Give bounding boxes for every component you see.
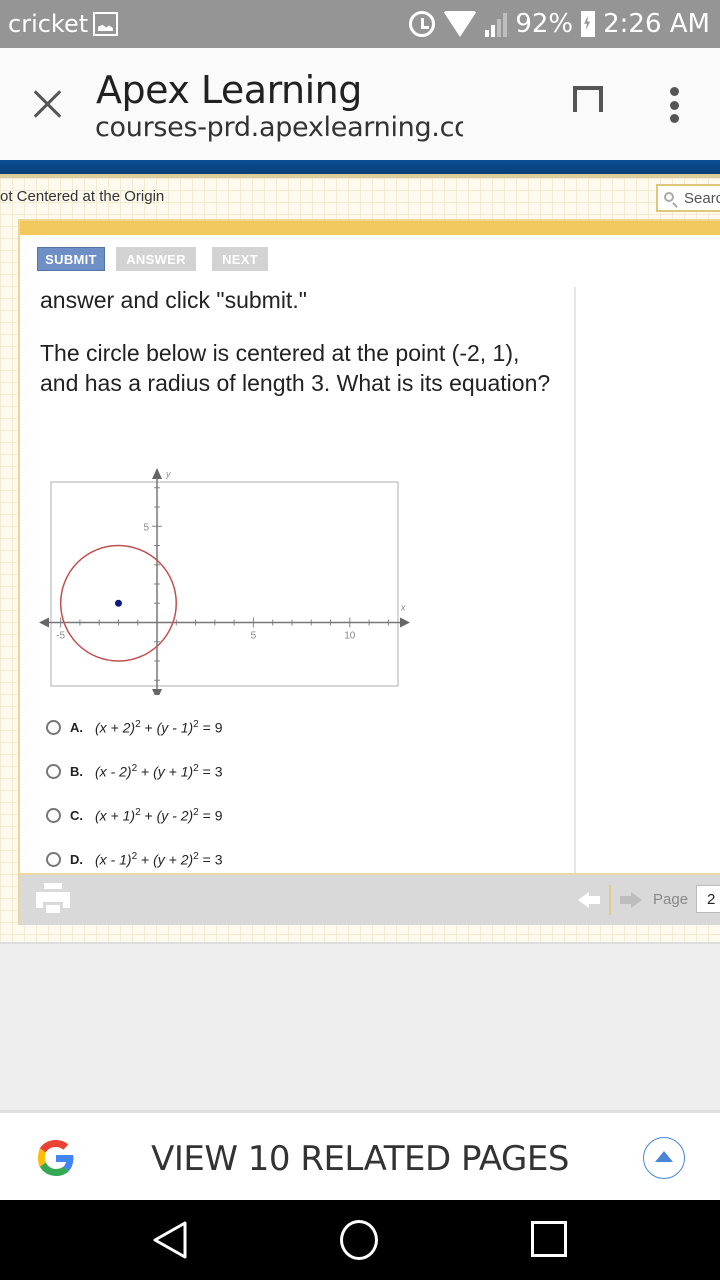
lesson-breadcrumb: ot Centered at the Origin bbox=[0, 188, 165, 205]
image-notification-icon bbox=[93, 12, 118, 36]
wifi-icon bbox=[443, 11, 478, 37]
page-url[interactable]: courses-prd.apexlearning.com bbox=[95, 112, 463, 143]
page-title: Apex Learning bbox=[96, 68, 362, 112]
submit-button[interactable]: SUBMIT bbox=[37, 247, 105, 271]
next-page-arrow-icon[interactable] bbox=[620, 892, 642, 908]
page-number-input[interactable]: 2 bbox=[696, 885, 720, 913]
x-axis-arrow-left bbox=[39, 617, 49, 628]
y-axis-arrow-up bbox=[152, 468, 163, 479]
x-axis-arrow-right bbox=[400, 617, 410, 628]
choice-b[interactable]: B. (x - 2)2 + (y + 1)2 = 3 bbox=[46, 759, 286, 783]
close-tab-icon[interactable] bbox=[30, 86, 66, 122]
choice-d[interactable]: D. (x - 1)2 + (y + 2)2 = 3 bbox=[46, 847, 286, 871]
choice-equation: (x + 1)2 + (y - 2)2 = 9 bbox=[95, 806, 223, 824]
question-text: The circle below is centered at the poin… bbox=[40, 340, 551, 396]
back-icon[interactable] bbox=[152, 1220, 188, 1260]
previous-page-arrow-icon[interactable] bbox=[578, 892, 600, 908]
search-placeholder: Search bbox=[684, 190, 720, 207]
y-tick-label: 5 bbox=[143, 522, 149, 533]
site-header-bar bbox=[0, 160, 720, 174]
search-input[interactable]: Search bbox=[656, 184, 720, 212]
choice-letter: B. bbox=[70, 763, 83, 779]
y-axis-label: y bbox=[165, 469, 171, 479]
x-tick-label: 10 bbox=[344, 630, 356, 641]
x-axis-label: x bbox=[400, 602, 406, 612]
print-icon[interactable] bbox=[36, 883, 70, 917]
y-axis-arrow-down bbox=[152, 689, 163, 695]
choice-equation: (x - 1)2 + (y + 2)2 = 3 bbox=[95, 850, 223, 868]
more-options-icon[interactable] bbox=[669, 87, 679, 123]
pager-separator bbox=[609, 885, 611, 915]
choice-letter: D. bbox=[70, 851, 83, 867]
view-related-pages-label[interactable]: VIEW 10 RELATED PAGES bbox=[0, 1139, 720, 1179]
search-icon bbox=[664, 192, 674, 202]
clock: 2:26 AM bbox=[603, 9, 710, 39]
carrier-name: cricket bbox=[8, 10, 89, 38]
panel-header-bar bbox=[20, 221, 720, 235]
radio-button[interactable] bbox=[46, 719, 61, 735]
panel-divider bbox=[574, 287, 576, 873]
x-tick-label: -5 bbox=[56, 630, 65, 641]
panel-footer: Page 2 bbox=[20, 873, 720, 925]
circle-graph: x y -5 5 10 5 bbox=[39, 468, 410, 695]
expand-up-icon[interactable] bbox=[643, 1137, 685, 1179]
graph-frame bbox=[50, 481, 399, 687]
choice-a[interactable]: A. (x + 2)2 + (y - 1)2 = 9 bbox=[46, 715, 286, 739]
page-label: Page bbox=[653, 891, 689, 908]
next-button[interactable]: NEXT bbox=[212, 247, 268, 271]
answer-button[interactable]: ANSWER bbox=[116, 247, 196, 271]
alarm-icon bbox=[409, 11, 436, 37]
choice-equation: (x - 2)2 + (y + 1)2 = 3 bbox=[95, 762, 223, 780]
status-bar: cricket 92% 2:26 AM bbox=[0, 0, 720, 48]
page-bottom-area bbox=[0, 942, 720, 1110]
radio-button[interactable] bbox=[46, 763, 61, 779]
battery-charging-icon bbox=[581, 11, 596, 37]
related-pages-bar[interactable]: VIEW 10 RELATED PAGES bbox=[0, 1110, 720, 1200]
choice-equation: (x + 2)2 + (y - 1)2 = 9 bbox=[95, 718, 223, 736]
android-nav-bar bbox=[0, 1200, 720, 1280]
choice-letter: C. bbox=[70, 807, 83, 823]
radio-button[interactable] bbox=[46, 807, 61, 823]
x-tick-label: 5 bbox=[251, 630, 257, 641]
instruction-text: answer and click "submit." bbox=[40, 287, 307, 313]
circle-center-point bbox=[114, 599, 122, 607]
question-panel: SUBMIT ANSWER NEXT answer and click "sub… bbox=[18, 219, 720, 925]
radio-button[interactable] bbox=[46, 851, 61, 867]
signal-icon bbox=[485, 11, 508, 37]
choice-letter: A. bbox=[70, 719, 83, 735]
choice-c[interactable]: C. (x + 1)2 + (y - 2)2 = 9 bbox=[46, 803, 286, 827]
recent-apps-icon[interactable] bbox=[531, 1221, 567, 1257]
bookmark-icon[interactable] bbox=[573, 86, 603, 122]
battery-percent: 92% bbox=[515, 9, 574, 39]
home-icon[interactable] bbox=[340, 1220, 378, 1260]
